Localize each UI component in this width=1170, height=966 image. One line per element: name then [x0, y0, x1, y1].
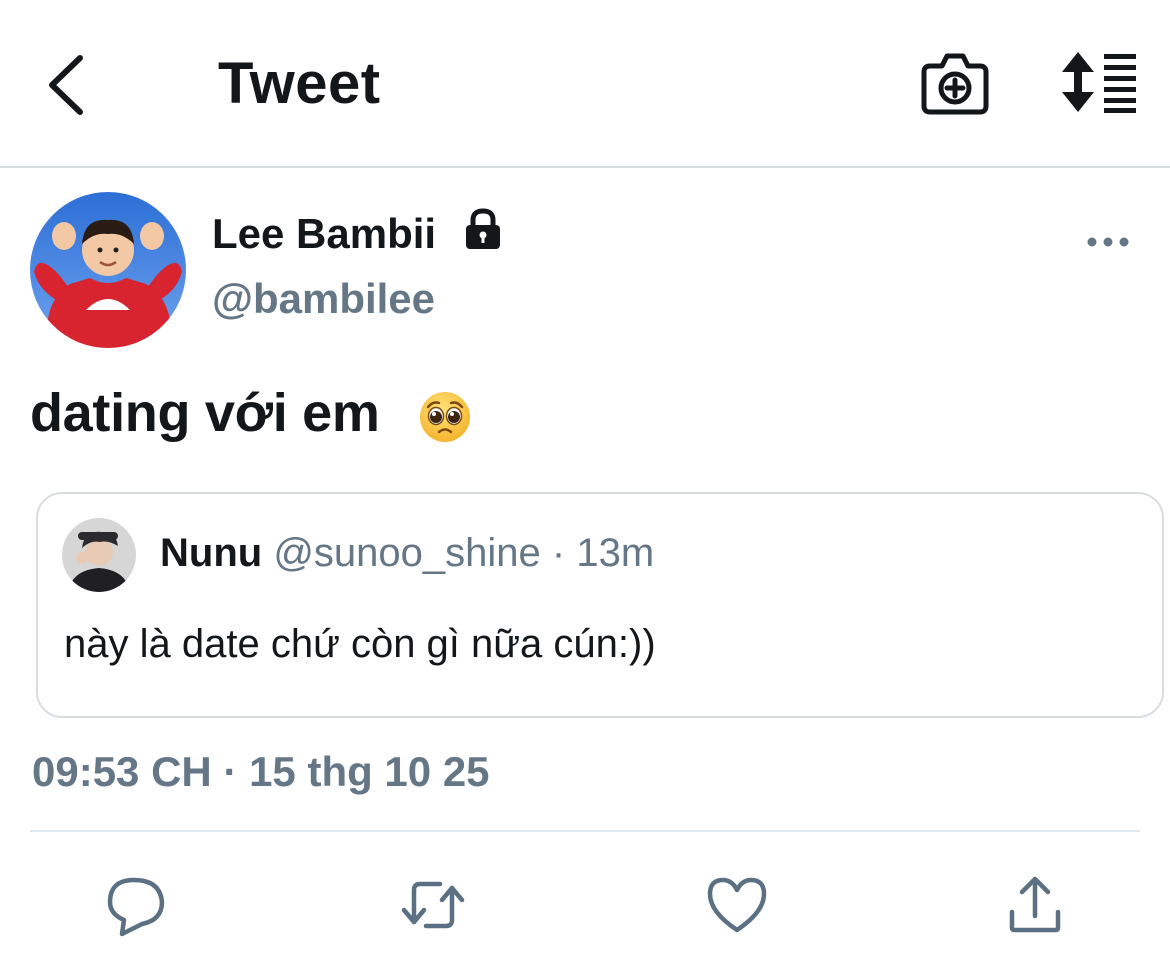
header-bar: Tweet [0, 0, 1170, 168]
tweet-text: dating với em [30, 383, 380, 443]
pleading-face-emoji [418, 390, 472, 444]
retweet-button[interactable] [400, 872, 466, 938]
share-icon [1009, 876, 1061, 933]
tweet-timestamp: 09:53 CH · 15 thg 10 25 [32, 748, 490, 795]
lock-icon [462, 207, 504, 251]
author-handle[interactable]: @bambilee [212, 275, 435, 323]
quoted-tweet-time: 13m [576, 531, 655, 575]
page-title: Tweet [218, 51, 381, 116]
sort-button[interactable] [1058, 50, 1140, 114]
more-options-button[interactable] [1084, 226, 1132, 258]
quoted-tweet-meta: Nunu @sunoo_shine · 13m [160, 531, 654, 576]
like-button[interactable] [704, 872, 770, 938]
avatar-person-icon [62, 518, 136, 592]
share-button[interactable] [1002, 872, 1068, 938]
quoted-tweet-card[interactable] [36, 492, 1164, 718]
reply-icon [107, 877, 165, 937]
reply-button[interactable] [104, 872, 170, 938]
quoted-author-handle[interactable]: @sunoo_shine [273, 531, 540, 575]
divider [30, 830, 1140, 832]
author-avatar[interactable] [30, 192, 186, 348]
camera-button[interactable] [920, 50, 990, 116]
camera-plus-icon [921, 53, 989, 115]
sort-lines-icon [1062, 52, 1136, 113]
heart-icon [707, 877, 767, 933]
quoted-tweet-text: này là date chứ còn gì nữa cún:)) [64, 622, 656, 666]
chevron-left-icon [49, 55, 83, 115]
back-button[interactable] [40, 50, 100, 120]
avatar-child-red-sweater [30, 192, 186, 348]
author-name[interactable]: Lee Bambii [212, 210, 436, 258]
retweet-icon [401, 881, 465, 929]
meta-separator: · [540, 531, 577, 575]
quoted-author-avatar[interactable] [62, 518, 136, 592]
quoted-author-name[interactable]: Nunu [160, 531, 262, 575]
more-dots-icon [1087, 237, 1129, 247]
